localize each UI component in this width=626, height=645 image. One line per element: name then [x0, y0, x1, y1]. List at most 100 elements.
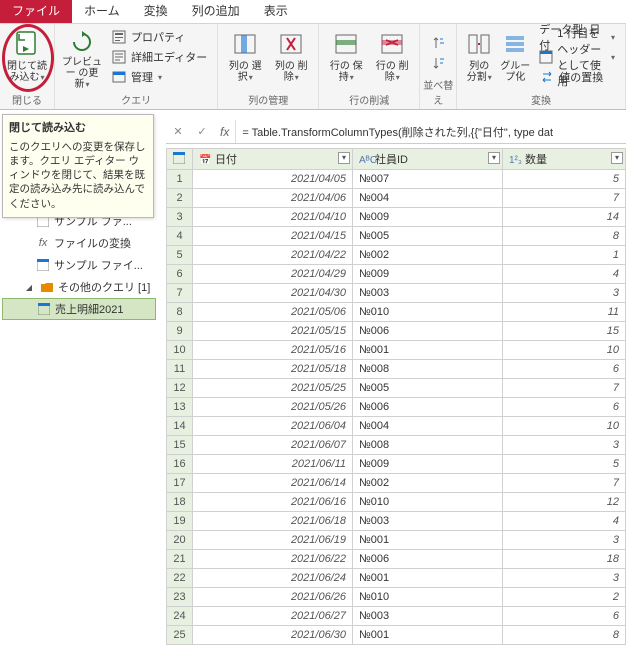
table-row[interactable]: 42021/04/15№0058 — [167, 227, 626, 246]
tab-home[interactable]: ホーム — [72, 0, 132, 23]
corner-cell[interactable] — [167, 149, 193, 170]
cell-date[interactable]: 2021/05/25 — [193, 379, 353, 398]
row-number[interactable]: 20 — [167, 531, 193, 550]
cell-quantity[interactable]: 3 — [503, 436, 626, 455]
query-file-conversion[interactable]: fx ファイルの変換 — [2, 232, 156, 254]
cell-employee[interactable]: №009 — [353, 455, 503, 474]
row-number[interactable]: 4 — [167, 227, 193, 246]
cell-quantity[interactable]: 2 — [503, 588, 626, 607]
cell-employee[interactable]: №010 — [353, 303, 503, 322]
cell-employee[interactable]: №004 — [353, 417, 503, 436]
row-number[interactable]: 5 — [167, 246, 193, 265]
row-number[interactable]: 2 — [167, 189, 193, 208]
column-header-date[interactable]: 📅日付▾ — [193, 149, 353, 170]
cell-quantity[interactable]: 10 — [503, 341, 626, 360]
cell-employee[interactable]: №003 — [353, 607, 503, 626]
tab-transform[interactable]: 変換 — [132, 0, 180, 23]
cell-quantity[interactable]: 6 — [503, 607, 626, 626]
cell-date[interactable]: 2021/06/24 — [193, 569, 353, 588]
manage-button[interactable]: 管理 — [107, 68, 211, 86]
cell-date[interactable]: 2021/05/18 — [193, 360, 353, 379]
cell-employee[interactable]: №009 — [353, 208, 503, 227]
cell-quantity[interactable]: 12 — [503, 493, 626, 512]
query-sales-2021[interactable]: 売上明細2021 — [2, 298, 156, 320]
tab-view[interactable]: 表示 — [252, 0, 300, 23]
cell-date[interactable]: 2021/06/18 — [193, 512, 353, 531]
row-number[interactable]: 14 — [167, 417, 193, 436]
cell-date[interactable]: 2021/04/15 — [193, 227, 353, 246]
cell-quantity[interactable]: 4 — [503, 512, 626, 531]
table-row[interactable]: 122021/05/25№0057 — [167, 379, 626, 398]
remove-columns-button[interactable]: 列の 削除 — [270, 26, 312, 90]
keep-rows-button[interactable]: 行の 保持 — [325, 26, 367, 90]
row-number[interactable]: 7 — [167, 284, 193, 303]
cell-quantity[interactable]: 3 — [503, 569, 626, 588]
row-number[interactable]: 3 — [167, 208, 193, 227]
cell-quantity[interactable]: 1 — [503, 246, 626, 265]
cell-date[interactable]: 2021/05/26 — [193, 398, 353, 417]
cell-quantity[interactable]: 14 — [503, 208, 626, 227]
table-row[interactable]: 12021/04/05№0075 — [167, 170, 626, 189]
row-number[interactable]: 9 — [167, 322, 193, 341]
table-row[interactable]: 242021/06/27№0036 — [167, 607, 626, 626]
table-row[interactable]: 202021/06/19№0013 — [167, 531, 626, 550]
cell-date[interactable]: 2021/04/30 — [193, 284, 353, 303]
close-and-load-button[interactable]: 閉じて読 み込む — [6, 26, 48, 90]
cell-quantity[interactable]: 7 — [503, 189, 626, 208]
row-number[interactable]: 25 — [167, 626, 193, 645]
cell-quantity[interactable]: 5 — [503, 170, 626, 189]
row-number[interactable]: 22 — [167, 569, 193, 588]
table-row[interactable]: 222021/06/24№0013 — [167, 569, 626, 588]
cell-quantity[interactable]: 6 — [503, 360, 626, 379]
cell-employee[interactable]: №006 — [353, 322, 503, 341]
table-row[interactable]: 232021/06/26№0102 — [167, 588, 626, 607]
cell-date[interactable]: 2021/04/06 — [193, 189, 353, 208]
row-number[interactable]: 21 — [167, 550, 193, 569]
cell-quantity[interactable]: 5 — [503, 455, 626, 474]
cell-quantity[interactable]: 3 — [503, 531, 626, 550]
row-number[interactable]: 19 — [167, 512, 193, 531]
row-number[interactable]: 15 — [167, 436, 193, 455]
cell-date[interactable]: 2021/04/22 — [193, 246, 353, 265]
cell-employee[interactable]: №003 — [353, 512, 503, 531]
cell-quantity[interactable]: 4 — [503, 265, 626, 284]
table-row[interactable]: 62021/04/29№0094 — [167, 265, 626, 284]
split-column-button[interactable]: 列の 分割 — [463, 26, 495, 90]
formula-confirm-button[interactable]: ✓ — [190, 120, 214, 144]
row-number[interactable]: 6 — [167, 265, 193, 284]
table-row[interactable]: 212021/06/22№00618 — [167, 550, 626, 569]
table-row[interactable]: 72021/04/30№0033 — [167, 284, 626, 303]
row-number[interactable]: 23 — [167, 588, 193, 607]
table-row[interactable]: 92021/05/15№00615 — [167, 322, 626, 341]
cell-employee[interactable]: №002 — [353, 474, 503, 493]
cell-quantity[interactable]: 3 — [503, 284, 626, 303]
table-row[interactable]: 162021/06/11№0095 — [167, 455, 626, 474]
row-number[interactable]: 24 — [167, 607, 193, 626]
row-number[interactable]: 16 — [167, 455, 193, 474]
cell-date[interactable]: 2021/06/07 — [193, 436, 353, 455]
replace-values-button[interactable]: 値の置換 — [535, 68, 619, 86]
cell-date[interactable]: 2021/06/16 — [193, 493, 353, 512]
table-row[interactable]: 32021/04/10№00914 — [167, 208, 626, 227]
cell-employee[interactable]: №001 — [353, 626, 503, 645]
cell-date[interactable]: 2021/06/22 — [193, 550, 353, 569]
table-row[interactable]: 102021/05/16№00110 — [167, 341, 626, 360]
formula-input[interactable]: = Table.TransformColumnTypes(削除された列,{{"日… — [236, 124, 626, 140]
tab-addcolumn[interactable]: 列の追加 — [180, 0, 252, 23]
cell-employee[interactable]: №002 — [353, 246, 503, 265]
cell-date[interactable]: 2021/06/14 — [193, 474, 353, 493]
table-row[interactable]: 132021/05/26№0066 — [167, 398, 626, 417]
cell-quantity[interactable]: 15 — [503, 322, 626, 341]
dropdown-icon[interactable]: ▾ — [338, 152, 350, 164]
cell-employee[interactable]: №001 — [353, 341, 503, 360]
cell-date[interactable]: 2021/04/05 — [193, 170, 353, 189]
remove-rows-button[interactable]: 行の 削除 — [371, 26, 413, 90]
refresh-preview-button[interactable]: プレビュー の更新 — [61, 26, 103, 90]
row-number[interactable]: 13 — [167, 398, 193, 417]
cell-employee[interactable]: №007 — [353, 170, 503, 189]
cell-date[interactable]: 2021/05/15 — [193, 322, 353, 341]
cell-employee[interactable]: №009 — [353, 265, 503, 284]
cell-date[interactable]: 2021/06/26 — [193, 588, 353, 607]
table-row[interactable]: 152021/06/07№0083 — [167, 436, 626, 455]
cell-date[interactable]: 2021/05/06 — [193, 303, 353, 322]
